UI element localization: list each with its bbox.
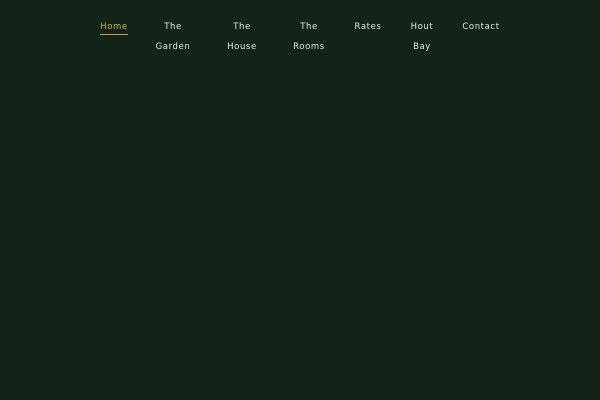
nav-label-rates: Rates: [354, 22, 382, 32]
page: Home The Garden The House The Rooms Rate…: [0, 0, 600, 400]
nav-label-the-garden-line-1: The: [164, 22, 182, 32]
nav-item-hout-bay[interactable]: Hout Bay: [408, 17, 436, 57]
nav-item-the-garden[interactable]: The Garden: [152, 17, 194, 57]
nav-label-the-rooms-line-2: Rooms: [293, 42, 325, 52]
nav-label-the-house-line-1: The: [233, 22, 251, 32]
nav-item-the-house[interactable]: The House: [224, 17, 260, 57]
nav-label-contact: Contact: [462, 22, 500, 32]
nav-label-the-house-line-2: House: [227, 42, 257, 52]
main-navigation: Home The Garden The House The Rooms Rate…: [0, 0, 600, 60]
nav-item-the-rooms[interactable]: The Rooms: [292, 17, 326, 57]
active-indicator: [100, 34, 128, 35]
nav-label-the-garden-line-2: Garden: [155, 42, 191, 52]
nav-label-hout-bay-line-1: Hout: [410, 22, 434, 32]
nav-label-the-rooms-line-1: The: [300, 22, 318, 32]
nav-item-contact[interactable]: Contact: [462, 17, 500, 37]
nav-label-hout-bay-line-2: Bay: [413, 42, 431, 52]
nav-item-rates[interactable]: Rates: [354, 17, 382, 37]
nav-item-home[interactable]: Home: [100, 17, 128, 37]
